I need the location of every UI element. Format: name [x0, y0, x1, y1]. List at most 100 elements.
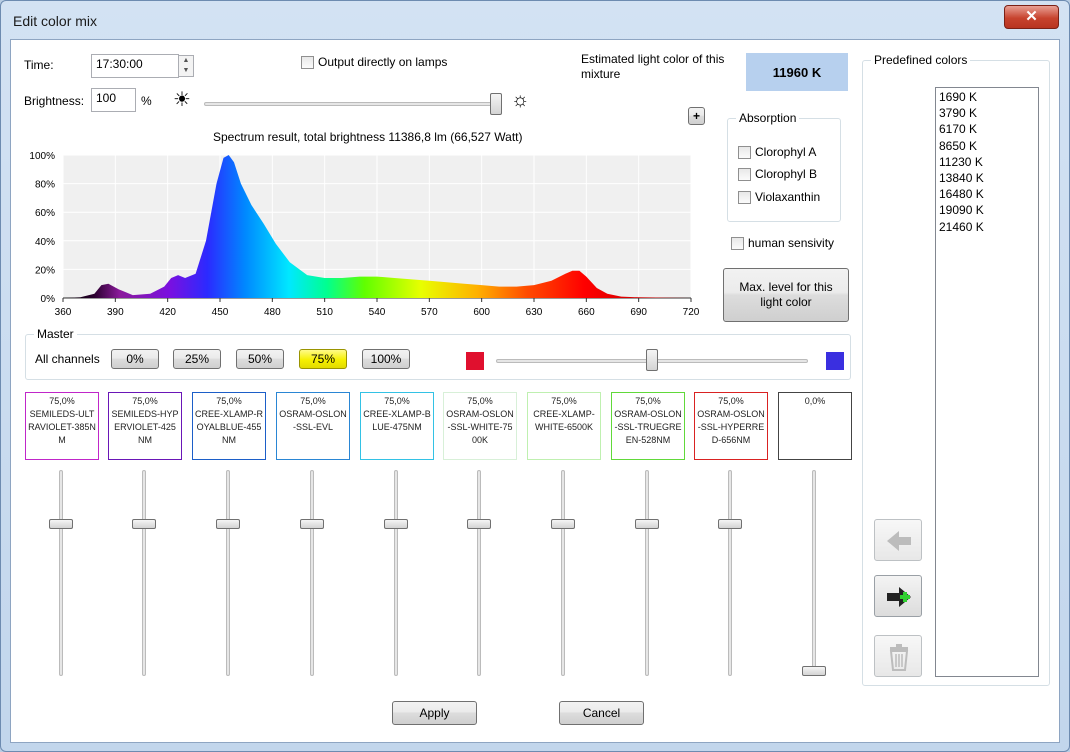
cancel-button[interactable]: Cancel: [559, 701, 644, 725]
brightness-input[interactable]: 100: [91, 88, 136, 112]
x-tick-label: 510: [316, 307, 333, 318]
channel-slider-track[interactable]: [812, 470, 816, 676]
window-title: Edit color mix: [13, 13, 98, 29]
channel-slider-track[interactable]: [310, 470, 314, 676]
channel-box-5[interactable]: 75,0% OSRAM-OSLON-SSL-WHITE-7500K: [443, 392, 517, 460]
time-input[interactable]: 17:30:00: [91, 54, 179, 78]
channel-slider-track[interactable]: [394, 470, 398, 676]
spin-down-icon[interactable]: ▼: [179, 66, 193, 76]
channel-percent: 75,0%: [551, 396, 577, 406]
master-100-button[interactable]: 100%: [362, 349, 410, 369]
channel-slider-track[interactable]: [226, 470, 230, 676]
channel-box-9[interactable]: 0,0%: [778, 392, 852, 460]
channel-slider-thumb[interactable]: [132, 519, 156, 529]
channel-percent: 75,0%: [718, 396, 744, 406]
apply-button[interactable]: Apply: [392, 701, 477, 725]
channel-slider-track[interactable]: [142, 470, 146, 676]
checkbox-icon[interactable]: [738, 190, 751, 204]
channel-name: OSRAM-OSLON-SSL-HYPERRED-656NM: [697, 409, 765, 445]
close-button[interactable]: ✕: [1004, 5, 1059, 29]
save-color-button[interactable]: [874, 575, 922, 617]
channel-box-4[interactable]: 75,0% CREE-XLAMP-BLUE-475NM: [360, 392, 434, 460]
expand-plus-button[interactable]: +: [688, 107, 705, 125]
absorption-option-1[interactable]: Clorophyl B: [738, 167, 817, 181]
brightness-slider-thumb[interactable]: [490, 93, 502, 115]
channel-name: OSRAM-OSLON-SSL-EVL: [279, 409, 347, 432]
channel-slider-track[interactable]: [728, 470, 732, 676]
time-spinner[interactable]: ▲ ▼: [178, 55, 194, 77]
master-0-button[interactable]: 0%: [111, 349, 159, 369]
predefined-color-item[interactable]: 3790 K: [939, 106, 1035, 122]
arrow-left-icon: [887, 531, 911, 551]
channel-slider-thumb[interactable]: [216, 519, 240, 529]
channel-box-2[interactable]: 75,0% CREE-XLAMP-ROYALBLUE-455NM: [192, 392, 266, 460]
predefined-color-item[interactable]: 13840 K: [939, 171, 1035, 187]
channel-slider-thumb[interactable]: [718, 519, 742, 529]
y-tick-label: 100%: [29, 151, 55, 162]
master-slider-thumb[interactable]: [646, 349, 658, 371]
load-color-button[interactable]: [874, 519, 922, 561]
output-directly-checkbox[interactable]: Output directly on lamps: [301, 55, 447, 69]
channel-slider-track[interactable]: [561, 470, 565, 676]
channel-box-7[interactable]: 75,0% OSRAM-OSLON-SSL-TRUEGREEN-528NM: [611, 392, 685, 460]
channel-name: OSRAM-OSLON-SSL-WHITE-7500K: [446, 409, 514, 445]
channel-box-0[interactable]: 75,0% SEMILEDS-ULTRAVIOLET-385NM: [25, 392, 99, 460]
master-75-button[interactable]: 75%: [299, 349, 347, 369]
master-red-swatch: [466, 352, 484, 370]
channel-box-8[interactable]: 75,0% OSRAM-OSLON-SSL-HYPERRED-656NM: [694, 392, 768, 460]
master-legend: Master: [34, 327, 77, 341]
predefined-color-item[interactable]: 11230 K: [939, 155, 1035, 171]
checkbox-icon[interactable]: [301, 55, 314, 69]
absorption-label-1: Clorophyl B: [755, 167, 818, 181]
brightness-label: Brightness:: [24, 94, 85, 108]
x-tick-label: 630: [526, 307, 543, 318]
checkbox-icon[interactable]: [738, 167, 751, 181]
output-directly-label: Output directly on lamps: [318, 55, 448, 69]
channel-slider-track[interactable]: [59, 470, 63, 676]
channel-slider-thumb[interactable]: [384, 519, 408, 529]
channel-slider-thumb[interactable]: [49, 519, 73, 529]
max-level-button[interactable]: Max. level for this light color: [723, 268, 849, 322]
channel-box-3[interactable]: 75,0% OSRAM-OSLON-SSL-EVL: [276, 392, 350, 460]
delete-color-button[interactable]: [874, 635, 922, 677]
brightness-unit: %: [141, 94, 152, 108]
channel-name: SEMILEDS-HYPERVIOLET-425NM: [111, 409, 179, 445]
brightness-slider-track[interactable]: [204, 102, 496, 106]
master-50-button[interactable]: 50%: [236, 349, 284, 369]
predefined-color-item[interactable]: 8650 K: [939, 139, 1035, 155]
channel-name: CREE-XLAMP-WHITE-6500K: [533, 409, 595, 432]
predefined-colors-list[interactable]: 1690 K 3790 K 6170 K 8650 K 11230 K 13840 K 16…: [935, 87, 1039, 677]
channel-percent: 75,0%: [384, 396, 410, 406]
channel-slider-track[interactable]: [477, 470, 481, 676]
human-sensitivity-checkbox[interactable]: human sensivity: [731, 236, 834, 250]
channel-box-1[interactable]: 75,0% SEMILEDS-HYPERVIOLET-425NM: [108, 392, 182, 460]
checkbox-icon[interactable]: [738, 145, 751, 159]
absorption-option-0[interactable]: Clorophyl A: [738, 145, 816, 159]
predefined-color-item[interactable]: 19090 K: [939, 203, 1035, 219]
spin-up-icon[interactable]: ▲: [179, 56, 193, 66]
estimated-color-label: Estimated light color of this mixture: [581, 52, 725, 81]
channel-slider-thumb[interactable]: [802, 666, 826, 676]
time-label: Time:: [24, 58, 54, 72]
checkbox-icon[interactable]: [731, 236, 744, 250]
predefined-color-item[interactable]: 1690 K: [939, 90, 1035, 106]
close-icon: ✕: [1025, 8, 1038, 25]
channel-slider-thumb[interactable]: [551, 519, 575, 529]
channel-name: OSRAM-OSLON-SSL-TRUEGREEN-528NM: [614, 409, 682, 445]
channel-slider-track[interactable]: [645, 470, 649, 676]
channel-box-6[interactable]: 75,0% CREE-XLAMP-WHITE-6500K: [527, 392, 601, 460]
channel-slider-thumb[interactable]: [635, 519, 659, 529]
x-tick-label: 720: [683, 307, 700, 318]
absorption-legend: Absorption: [736, 111, 800, 125]
trash-icon: [889, 644, 909, 671]
predefined-color-item[interactable]: 21460 K: [939, 220, 1035, 236]
channel-percent: 75,0%: [49, 396, 75, 406]
master-25-button[interactable]: 25%: [173, 349, 221, 369]
channel-slider-thumb[interactable]: [467, 519, 491, 529]
x-tick-label: 420: [159, 307, 176, 318]
channel-slider-thumb[interactable]: [300, 519, 324, 529]
predefined-color-item[interactable]: 6170 K: [939, 122, 1035, 138]
absorption-option-2[interactable]: Violaxanthin: [738, 190, 820, 204]
channel-percent: 0,0%: [804, 396, 826, 406]
predefined-color-item[interactable]: 16480 K: [939, 187, 1035, 203]
